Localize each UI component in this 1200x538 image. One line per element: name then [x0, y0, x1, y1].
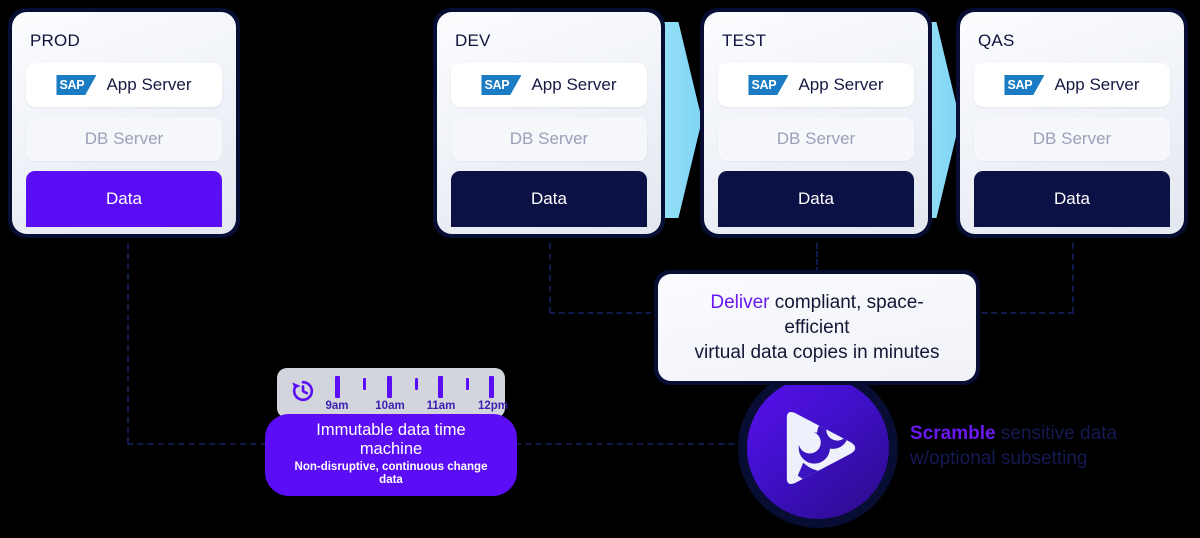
tick-major [387, 376, 392, 398]
deliver-callout-body: Deliver compliant, space-efficient virtu… [658, 274, 976, 382]
scramble-logo-circle [747, 377, 889, 519]
sap-logo-icon: SAP [1004, 75, 1045, 95]
sap-logo-text: SAP [484, 77, 510, 92]
db-server-label: DB Server [776, 129, 856, 148]
card-body: PROD SAP App Server DB Server Data [12, 12, 236, 234]
data-label: Data [1054, 189, 1090, 208]
sap-logo-icon: SAP [481, 75, 522, 95]
data-label: Data [106, 189, 142, 208]
time-machine-pill: Immutable data time machine Non-disrupti… [265, 414, 517, 497]
app-server-row: SAP App Server [451, 63, 647, 107]
app-server-row: SAP App Server [26, 63, 222, 107]
app-server-row: SAP App Server [974, 63, 1170, 107]
environment-card-qas[interactable]: QAS SAP App Server DB Server Data [956, 8, 1188, 238]
scramble-line-1: Scramble sensitive data [910, 422, 1180, 447]
connector-dev-horizontal [549, 312, 661, 314]
tick-major [489, 376, 494, 398]
tick-label: 10am [375, 400, 405, 412]
card-body: TEST SAP App Server DB Server Data [704, 12, 928, 234]
scramble-caption: Scramble sensitive data w/optional subse… [910, 422, 1180, 471]
data-label: Data [531, 189, 567, 208]
connector-test-vertical [816, 243, 818, 273]
scramble-play-logo [786, 411, 856, 485]
deliver-accent-word: Deliver [710, 292, 770, 313]
connector-dev-vertical [549, 243, 551, 313]
time-machine-subtitle: Non-disruptive, continuous change data [294, 460, 488, 487]
environment-name: PROD [30, 31, 80, 50]
sap-logo-text: SAP [751, 77, 777, 92]
data-row: Data [718, 171, 914, 227]
time-machine-panel: 9am 10am 11am 12pm [277, 368, 508, 418]
deliver-line-1: Deliver compliant, space-efficient [678, 290, 956, 340]
connector-timemachine-right [505, 443, 765, 445]
time-machine-ticks: 9am 10am 11am 12pm [325, 368, 508, 418]
sap-logo-icon: SAP [748, 75, 789, 95]
environment-name: DEV [455, 31, 491, 50]
tick-minor [363, 378, 366, 390]
connector-prod-horizontal [127, 443, 277, 445]
sap-logo-icon: SAP [56, 75, 97, 95]
environment-card-dev[interactable]: DEV SAP App Server DB Server Data [433, 8, 665, 238]
data-label: Data [798, 189, 834, 208]
db-server-row: DB Server [26, 117, 222, 161]
db-server-row: DB Server [451, 117, 647, 161]
scramble-logo-ring [738, 368, 898, 528]
db-server-label: DB Server [84, 129, 164, 148]
app-server-row: SAP App Server [718, 63, 914, 107]
scramble-rest-1: sensitive data [995, 423, 1118, 444]
db-server-row: DB Server [974, 117, 1170, 161]
db-server-row: DB Server [718, 117, 914, 161]
app-server-label: App Server [106, 75, 192, 94]
card-body: DEV SAP App Server DB Server Data [437, 12, 661, 234]
db-server-label: DB Server [1032, 129, 1112, 148]
deliver-rest-1: compliant, space-efficient [769, 292, 924, 339]
tick-label: 9am [325, 400, 349, 412]
tick-major [438, 376, 443, 398]
time-machine-title: Immutable data time machine [316, 421, 466, 458]
db-server-label: DB Server [509, 129, 589, 148]
tick-major [335, 376, 340, 398]
card-body: QAS SAP App Server DB Server Data [960, 12, 1184, 234]
environment-name: QAS [978, 31, 1015, 50]
environment-card-test[interactable]: TEST SAP App Server DB Server Data [700, 8, 932, 238]
deliver-callout: Deliver compliant, space-efficient virtu… [654, 270, 980, 386]
connector-prod-vertical [127, 243, 129, 443]
data-row: Data [26, 171, 222, 227]
tick-minor [466, 378, 469, 390]
data-row: Data [974, 171, 1170, 227]
app-server-label: App Server [1054, 75, 1140, 94]
tick-label: 12pm [477, 400, 509, 412]
app-server-label: App Server [798, 75, 884, 94]
sap-logo-text: SAP [59, 77, 85, 92]
connector-qas-vertical [1072, 243, 1074, 313]
tick-label: 11am [426, 400, 456, 412]
deliver-line-2: virtual data copies in minutes [694, 342, 940, 364]
tick-minor [415, 378, 418, 390]
environment-name: TEST [722, 31, 767, 50]
environment-card-prod[interactable]: PROD SAP App Server DB Server Data [8, 8, 240, 238]
scramble-accent-word: Scramble [910, 423, 996, 444]
clock-rewind-icon [289, 377, 317, 410]
sap-logo-text: SAP [1007, 77, 1033, 92]
data-row: Data [451, 171, 647, 227]
scramble-line-2: w/optional subsetting [910, 447, 1088, 469]
connector-qas-horizontal [972, 312, 1074, 314]
diagram-canvas: PROD SAP App Server DB Server Data DEV S… [0, 0, 1200, 538]
app-server-label: App Server [531, 75, 617, 94]
